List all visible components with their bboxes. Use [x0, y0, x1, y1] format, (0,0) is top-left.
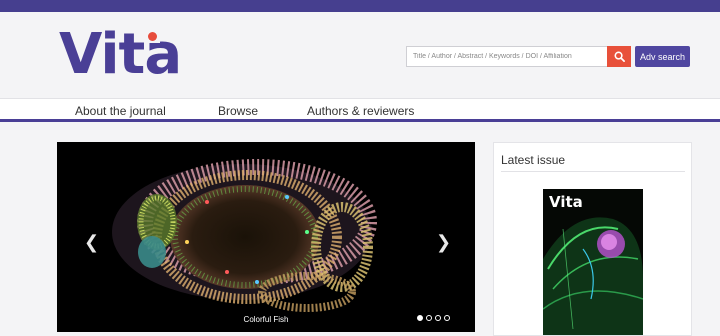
site-logo[interactable]: Vita: [59, 22, 182, 87]
carousel-dot-3[interactable]: [435, 315, 441, 321]
latest-issue-cover[interactable]: Vita: [543, 189, 643, 335]
carousel-dot-2[interactable]: [426, 315, 432, 321]
top-accent-bar: [0, 0, 720, 12]
cover-title: Vita: [549, 193, 583, 211]
site-header: Vita Adv search: [0, 12, 720, 98]
adv-search-button[interactable]: Adv search: [635, 46, 690, 67]
carousel-dot-4[interactable]: [444, 315, 450, 321]
main-nav: About the journal Browse Authors & revie…: [0, 98, 720, 122]
nav-item-browse[interactable]: Browse: [218, 104, 258, 118]
latest-issue-heading: Latest issue: [501, 153, 566, 167]
search-icon: [614, 51, 625, 62]
carousel-caption: Colorful Fish: [243, 315, 289, 324]
chevron-right-icon[interactable]: ❯: [436, 232, 451, 253]
carousel-slide-image: [112, 159, 377, 312]
chevron-left-icon[interactable]: ❮: [84, 232, 99, 253]
divider: [501, 171, 685, 172]
latest-issue-panel: Latest issue Vita: [493, 142, 692, 336]
carousel-dot-1[interactable]: [417, 315, 423, 321]
hero-carousel[interactable]: ❮ ❯ Colorful Fish: [57, 142, 475, 332]
search-input[interactable]: [406, 46, 608, 67]
logo-dot: [148, 32, 157, 41]
logo-text: Vita: [59, 22, 182, 87]
nav-item-about[interactable]: About the journal: [75, 104, 166, 118]
search-button[interactable]: [607, 46, 631, 67]
nav-item-authors-reviewers[interactable]: Authors & reviewers: [307, 104, 414, 118]
carousel-indicators: [417, 315, 450, 321]
